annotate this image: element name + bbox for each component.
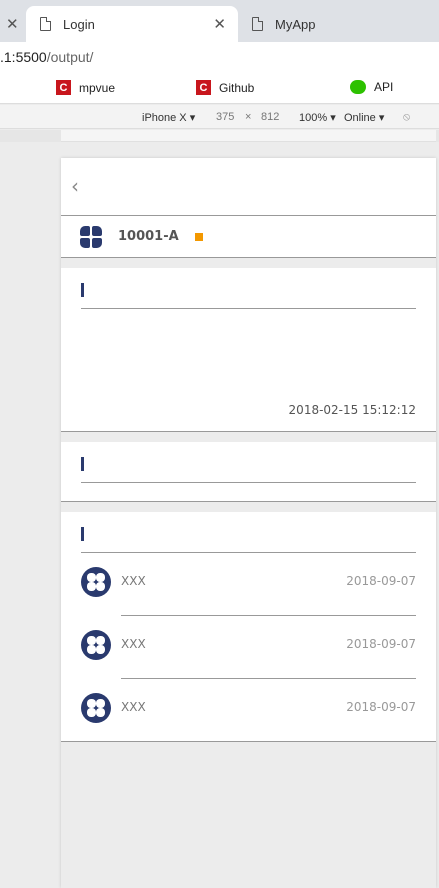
comment-meta: XXX 2018-09-07 (121, 567, 416, 595)
network-select[interactable]: Online ▾ (344, 111, 384, 124)
nav-bar: ‹ (61, 158, 436, 216)
info-value: 2018-02-15 15:12:12 (288, 402, 416, 417)
section-header (61, 442, 436, 482)
device-width[interactable]: 375 (216, 111, 234, 123)
info-list: 2018-02-15 15:12:12 (61, 309, 436, 431)
comment-author: XXX (121, 700, 146, 714)
browser-tab-myapp[interactable]: MyApp (240, 6, 439, 42)
browser-tab-strip: ✕ Login ✕ MyApp (0, 0, 439, 42)
bookmark-label: API (374, 80, 394, 94)
tab-label: MyApp (275, 16, 316, 32)
project-grid-icon (80, 225, 102, 248)
times-icon: × (245, 111, 252, 123)
avatar (81, 630, 111, 660)
customer-project-tag (194, 232, 203, 241)
comment-list-section: XXX 2018-09-07 XXX 2018-09-07 XXX 2018-0… (61, 512, 436, 742)
section-header (61, 512, 436, 552)
comment-author: XXX (121, 574, 146, 588)
bookmark-label: Github (219, 80, 255, 95)
device-toolbar: iPhone X ▾ 375 × 812 100% ▾ Online ▾ ⦸ (0, 105, 439, 129)
device-height[interactable]: 812 (261, 111, 279, 123)
bookmark-mpvue[interactable]: C mpvue (56, 80, 115, 95)
problem-description-section (61, 442, 436, 502)
media-query-ruler (0, 130, 439, 142)
avatar (81, 693, 111, 723)
comment-item: XXX 2018-09-07 (61, 616, 436, 679)
bookmark-api[interactable]: API (350, 80, 393, 94)
close-tab-icon[interactable]: ✕ (213, 15, 226, 33)
comment-body: XXX 2018-09-07 (121, 693, 416, 741)
tab-label: Login (63, 16, 95, 32)
page-icon (252, 17, 263, 31)
comment-date: 2018-09-07 (346, 574, 416, 588)
csdn-icon: C (196, 80, 211, 95)
project-bar: 10001-A (61, 216, 436, 258)
csdn-icon: C (56, 80, 71, 95)
browser-tab-login[interactable]: Login ✕ (26, 6, 238, 42)
page-icon (40, 17, 51, 31)
close-tab-icon[interactable]: ✕ (6, 15, 19, 33)
info-row-problem-status (61, 342, 436, 369)
phone-viewport: ‹ 10001-A 2018-02-15 15:12:12 XXX 2018-0… (61, 158, 436, 888)
url-path: /output/ (46, 49, 94, 65)
bookmark-github[interactable]: C Github (196, 80, 254, 95)
info-row-creator (61, 369, 436, 396)
section-header (61, 268, 436, 308)
bookmark-label: mpvue (79, 80, 116, 95)
comment-date: 2018-09-07 (346, 637, 416, 651)
comment-item: XXX 2018-09-07 (61, 553, 436, 616)
comment-body: XXX 2018-09-07 (121, 567, 416, 616)
bookmarks-bar: C mpvue C Github API (0, 72, 439, 104)
comment-meta: XXX 2018-09-07 (121, 630, 416, 658)
address-bar[interactable]: .1:5500/output/ (0, 42, 439, 72)
comment-meta: XXX 2018-09-07 (121, 693, 416, 721)
description-text (61, 483, 436, 501)
avatar (81, 567, 111, 597)
info-row-question-time: 2018-02-15 15:12:12 (61, 396, 436, 423)
comment-list: XXX 2018-09-07 XXX 2018-09-07 XXX 2018-0… (61, 553, 436, 741)
project-info-section: 2018-02-15 15:12:12 (61, 268, 436, 432)
device-select[interactable]: iPhone X ▾ (142, 111, 195, 124)
comment-body: XXX 2018-09-07 (121, 630, 416, 679)
project-name: 10001-A (118, 229, 179, 244)
comment-date: 2018-09-07 (346, 700, 416, 714)
wechat-icon (350, 80, 366, 94)
url-host: .1:5500 (0, 49, 47, 65)
browser-tab-partial[interactable]: ✕ (0, 6, 26, 42)
comment-item: XXX 2018-09-07 (61, 679, 436, 741)
zoom-select[interactable]: 100% ▾ (299, 111, 336, 124)
comment-author: XXX (121, 637, 146, 651)
rotate-icon[interactable]: ⦸ (403, 111, 410, 124)
info-row-department (61, 315, 436, 342)
chevron-left-icon[interactable]: ‹ (71, 174, 79, 198)
